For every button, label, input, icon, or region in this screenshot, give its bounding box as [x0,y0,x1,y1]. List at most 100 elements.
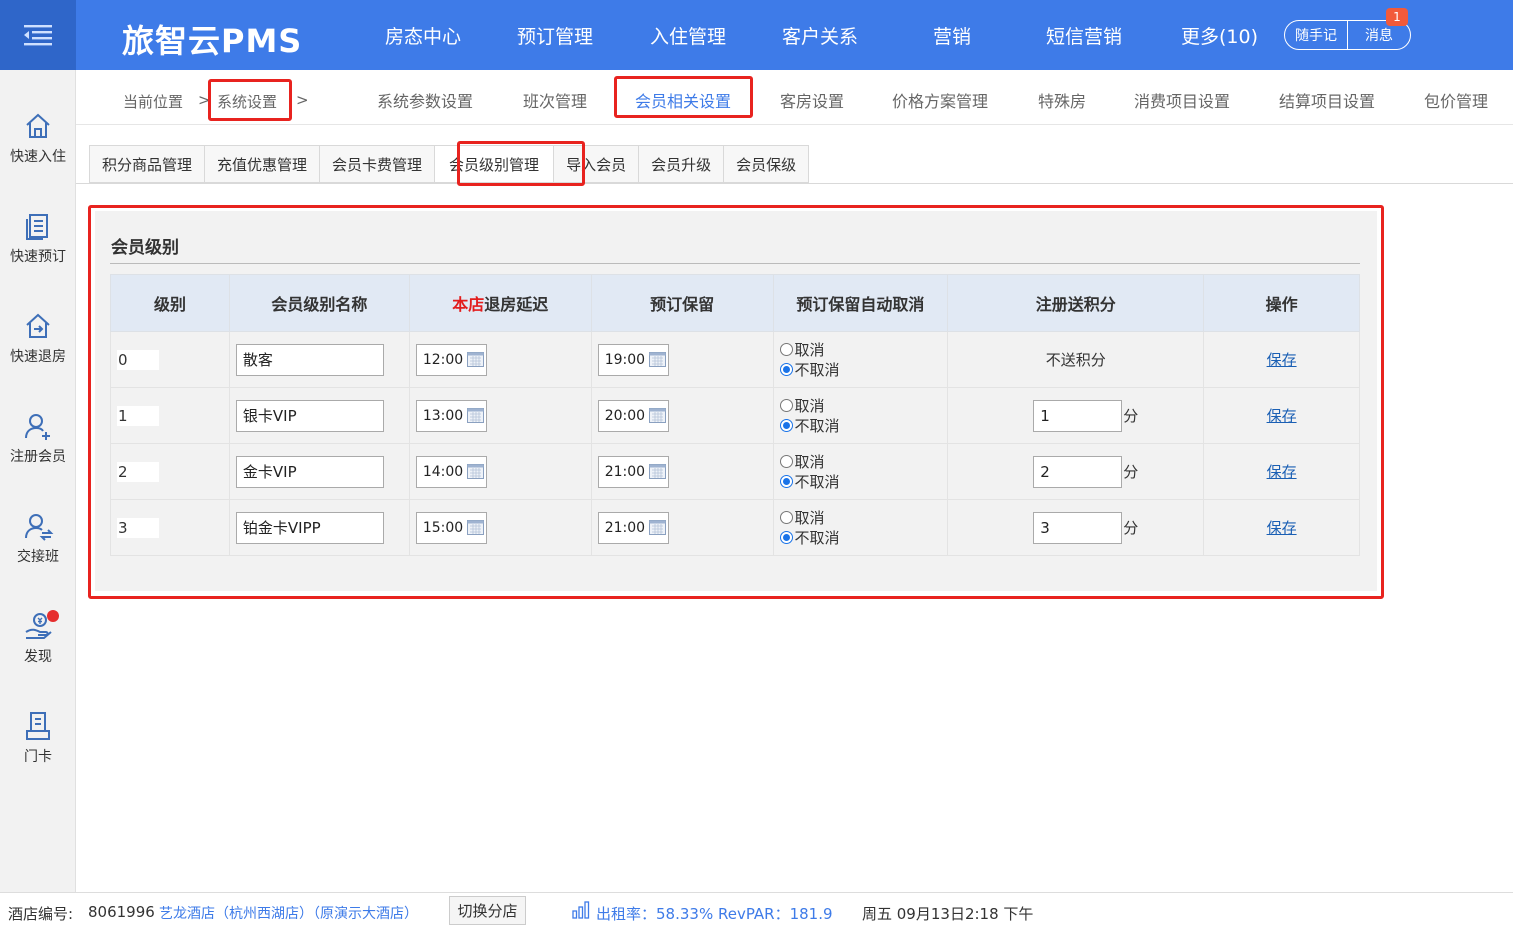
tab-price-plan[interactable]: 价格方案管理 [892,88,988,112]
radio-cancel[interactable]: 取消 [779,452,948,472]
calendar-icon[interactable] [467,352,485,367]
tab-shift-management[interactable]: 班次管理 [523,88,587,112]
hold-time-input[interactable]: 19:00 [597,343,669,376]
tab-special-room[interactable]: 特殊房 [1038,88,1086,112]
points-unit: 分 [1123,463,1139,481]
level-name-input[interactable]: 银卡VIP [235,399,384,432]
radio-circle-selected[interactable] [779,363,793,376]
points-input[interactable]: 3 [1033,511,1123,544]
calendar-icon[interactable] [467,464,485,479]
points-no-bonus: 不送积分 [947,331,1205,388]
points-input[interactable]: 2 [1033,455,1123,488]
nav-room-status[interactable]: 房态中心 [385,22,461,49]
level-field[interactable]: 3 [117,517,159,538]
tab-system-params[interactable]: 系统参数设置 [377,88,473,112]
hold-time-input[interactable]: 21:00 [597,455,669,488]
tab-settlement-items[interactable]: 结算项目设置 [1279,88,1375,112]
calendar-icon[interactable] [649,520,667,535]
radio-keep[interactable]: 不取消 [779,416,948,436]
sidebar-item-label: 门卡 [24,749,52,765]
calendar-icon[interactable] [467,520,485,535]
table-row: 0 散客 12:00 19:00 取消 不取消 不送积分 保存 [110,331,1360,388]
radio-keep[interactable]: 不取消 [779,360,948,380]
save-link[interactable]: 保存 [1267,519,1297,537]
checkout-time-input[interactable]: 12:00 [415,343,487,376]
sidebar-item-discover[interactable]: 发现 [0,610,76,680]
member-subtabs: 积分商品管理 充值优惠管理 会员卡费管理 会员级别管理 导入会员 会员升级 会员… [89,145,810,183]
radio-circle[interactable] [779,511,793,524]
save-link[interactable]: 保存 [1267,351,1297,369]
calendar-icon[interactable] [467,408,485,423]
level-name-input[interactable]: 散客 [235,343,384,376]
radio-circle[interactable] [779,343,793,356]
radio-cancel[interactable]: 取消 [779,508,948,528]
points-unit: 分 [1123,407,1139,425]
checkout-time-input[interactable]: 13:00 [415,399,487,432]
add-user-icon [25,414,50,440]
sidebar-item-label: 快速退房 [10,349,66,365]
calendar-icon[interactable] [649,352,667,367]
radio-keep[interactable]: 不取消 [779,472,948,492]
column-header-reserve-hold: 预订保留 [590,274,774,332]
app-logo: 旅智云PMS [122,22,303,60]
save-link[interactable]: 保存 [1267,407,1297,425]
nav-crm[interactable]: 客户关系 [782,22,858,49]
checkout-time-input[interactable]: 14:00 [415,455,487,488]
subtab-import-members[interactable]: 导入会员 [553,145,639,183]
level-field[interactable]: 1 [117,405,159,426]
level-field[interactable]: 2 [117,461,159,482]
save-link[interactable]: 保存 [1267,463,1297,481]
radio-circle-selected[interactable] [779,531,793,544]
subtab-member-upgrade[interactable]: 会员升级 [638,145,724,183]
menu-toggle-button[interactable] [0,0,76,70]
hold-time-input[interactable]: 21:00 [597,511,669,544]
notes-button[interactable]: 随手记 [1285,21,1347,49]
status-bar: 酒店编号: 8061996 艺龙酒店（杭州西湖店）（原演示大酒店） 切换分店 出… [0,892,1513,929]
level-field[interactable]: 0 [117,349,159,370]
nav-sms-marketing[interactable]: 短信营销 [1046,22,1122,49]
hold-time-input[interactable]: 20:00 [597,399,669,432]
checkout-time-input[interactable]: 15:00 [415,511,487,544]
sidebar-item-door-card[interactable]: 门卡 [0,710,76,780]
points-input[interactable]: 1 [1033,399,1123,432]
switch-branch-button[interactable]: 切换分店 [449,896,526,925]
sidebar-item-label: 快速预订 [10,249,66,265]
column-header-checkout-delay: 本店退房延迟 [408,274,592,332]
sidebar-item-quick-checkout[interactable]: 快速退房 [0,310,76,380]
sidebar-item-shift-handover[interactable]: 交接班 [0,510,76,580]
level-name-input[interactable]: 铂金卡VIPP [235,511,384,544]
calendar-icon[interactable] [649,408,667,423]
sidebar-item-label: 交接班 [17,549,59,565]
subtab-recharge-offers[interactable]: 充值优惠管理 [204,145,320,183]
radio-cancel[interactable]: 取消 [779,340,948,360]
radio-circle[interactable] [779,399,793,412]
nav-reservations[interactable]: 预订管理 [517,22,593,49]
subtab-member-levels[interactable]: 会员级别管理 [434,145,554,183]
sidebar-item-quick-checkin[interactable]: 快速入住 [0,110,76,180]
column-header-name: 会员级别名称 [228,274,410,332]
calendar-icon[interactable] [649,464,667,479]
radio-circle[interactable] [779,455,793,468]
sidebar-item-register-member[interactable]: 注册会员 [0,410,76,480]
radio-cancel[interactable]: 取消 [779,396,948,416]
points-field: 1分 [948,399,1203,432]
nav-checkin[interactable]: 入住管理 [650,22,726,49]
nav-marketing[interactable]: 营销 [933,22,971,49]
column-header-action: 操作 [1203,274,1360,332]
tab-room-settings[interactable]: 客房设置 [780,88,844,112]
tab-consumption-items[interactable]: 消费项目设置 [1134,88,1230,112]
level-name-input[interactable]: 金卡VIP [235,455,384,488]
column-header-points: 注册送积分 [947,274,1205,332]
radio-circle-selected[interactable] [779,475,793,488]
sidebar-item-quick-booking[interactable]: 快速预订 [0,210,76,280]
radio-circle-selected[interactable] [779,419,793,432]
subtab-points-goods[interactable]: 积分商品管理 [89,145,205,183]
subtab-card-fee[interactable]: 会员卡费管理 [319,145,435,183]
breadcrumb-current[interactable]: 系统设置 [217,91,277,112]
radio-keep[interactable]: 不取消 [779,528,948,548]
tab-member-settings[interactable]: 会员相关设置 [635,88,731,112]
tab-package-management[interactable]: 包价管理 [1424,88,1488,112]
user-exchange-icon [25,514,54,541]
nav-more[interactable]: 更多(10) [1181,22,1258,49]
subtab-member-retention[interactable]: 会员保级 [723,145,810,183]
